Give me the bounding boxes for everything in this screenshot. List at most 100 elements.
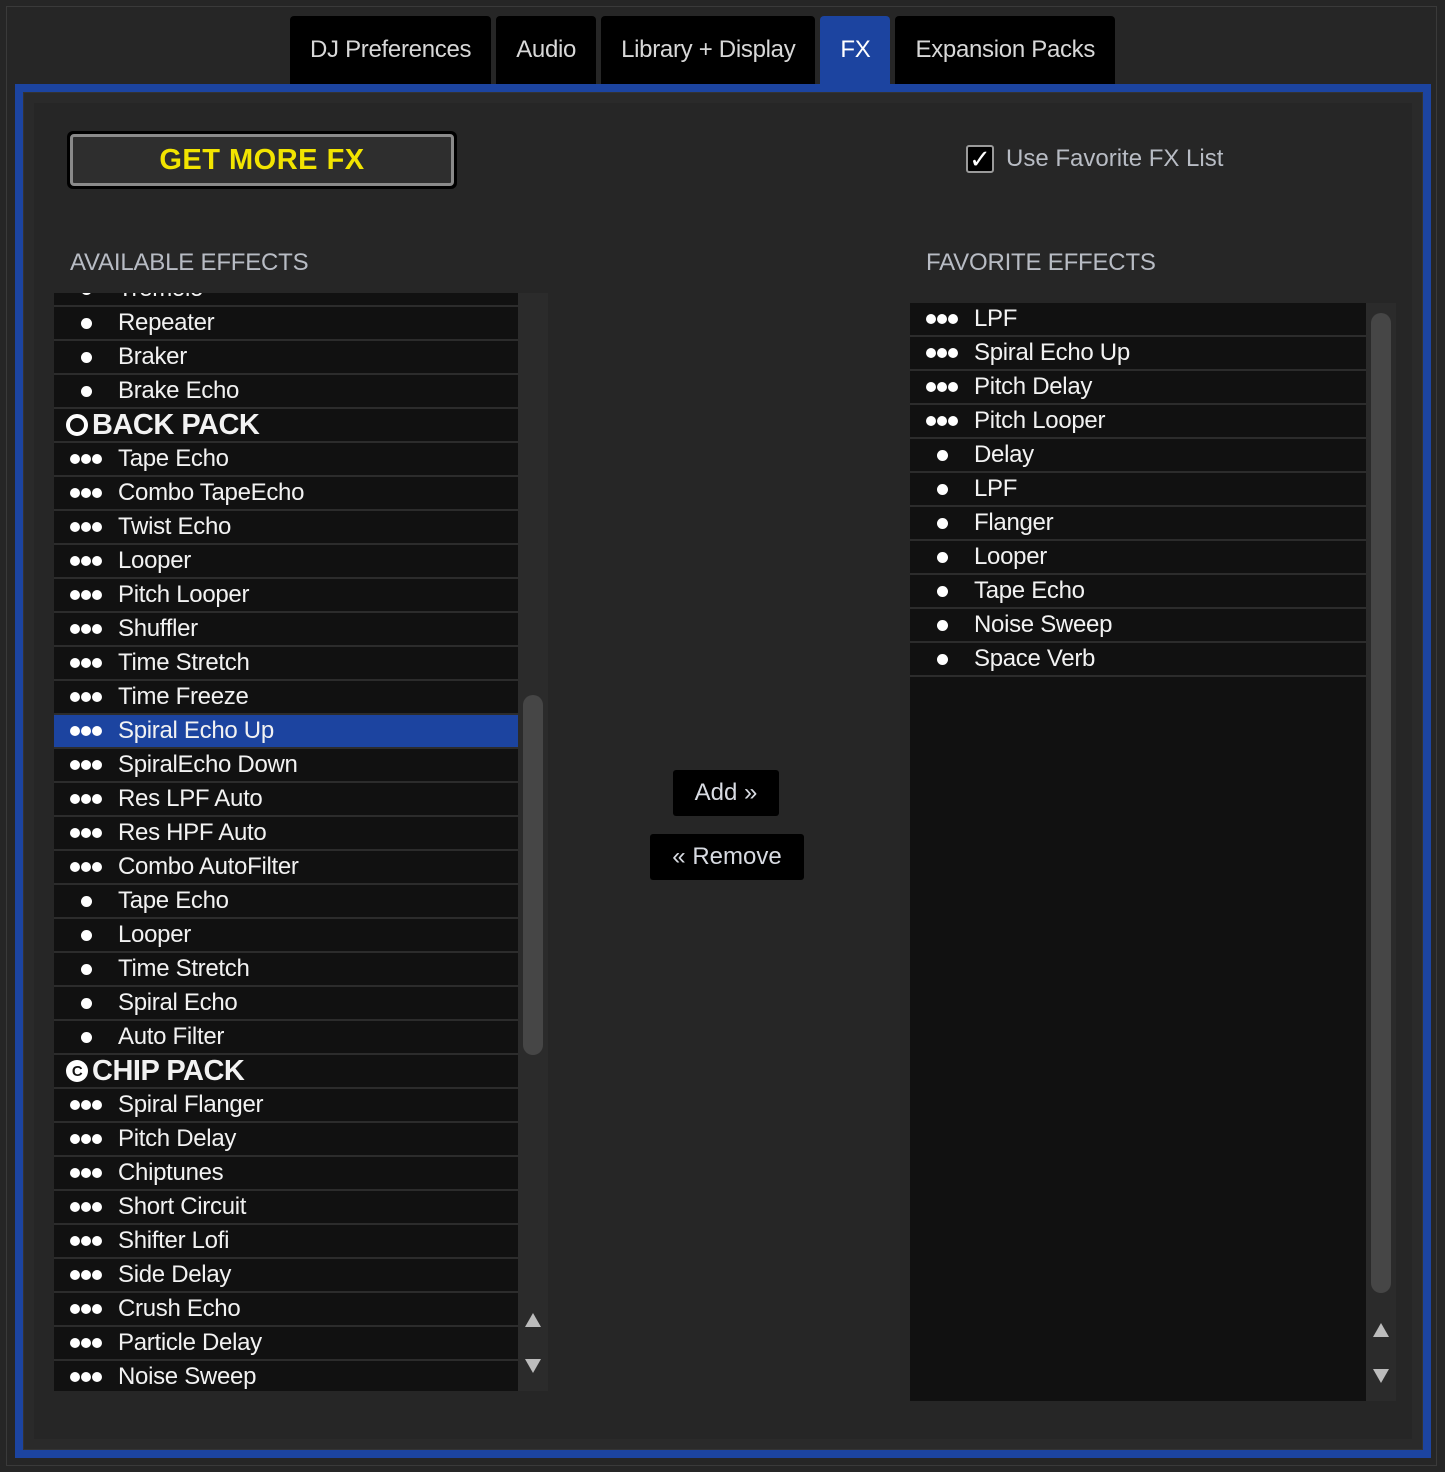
effect-list-item[interactable]: Time Stretch: [54, 647, 518, 681]
effect-list-item[interactable]: Pitch Delay: [54, 1123, 518, 1157]
effect-list-item[interactable]: Braker: [54, 341, 518, 375]
use-favorite-checkbox[interactable]: ✓: [966, 145, 994, 173]
pack-header[interactable]: C CHIP PACK: [54, 1055, 518, 1089]
effect-list-item[interactable]: Spiral Echo: [54, 987, 518, 1021]
tab-audio[interactable]: Audio: [496, 16, 597, 84]
effect-list-item[interactable]: Twist Echo: [54, 511, 518, 545]
scroll-up-arrow-icon[interactable]: [525, 1313, 541, 1327]
scroll-down-arrow-icon[interactable]: [1373, 1369, 1389, 1383]
effect-list-item[interactable]: Tape Echo: [54, 885, 518, 919]
favorites-scrollbar[interactable]: [1366, 303, 1396, 1401]
single-deck-icon: [54, 351, 118, 363]
scroll-down-arrow-icon[interactable]: [525, 1359, 541, 1373]
effect-list-item[interactable]: Auto Filter: [54, 1021, 518, 1055]
effect-label: Noise Sweep: [974, 611, 1113, 638]
effect-list-item[interactable]: SpiralEcho Down: [54, 749, 518, 783]
effect-label: Res HPF Auto: [118, 819, 267, 846]
triple-deck-icon: [54, 1100, 118, 1110]
effect-list-item[interactable]: Noise Sweep: [910, 609, 1366, 643]
effect-list-item[interactable]: Shuffler: [54, 613, 518, 647]
single-deck-icon: [54, 293, 118, 295]
effect-list-item[interactable]: Chiptunes: [54, 1157, 518, 1191]
triple-deck-icon: [910, 382, 974, 392]
available-scroll-thumb[interactable]: [523, 695, 543, 1055]
effect-list-item[interactable]: Combo AutoFilter: [54, 851, 518, 885]
get-more-fx-button[interactable]: GET MORE FX: [67, 131, 457, 189]
effect-list-item[interactable]: Time Stretch: [54, 953, 518, 987]
single-deck-icon: [910, 551, 974, 563]
effect-list-item[interactable]: Looper: [910, 541, 1366, 575]
effect-list-item[interactable]: Short Circuit: [54, 1191, 518, 1225]
effect-list-item[interactable]: Tape Echo: [54, 443, 518, 477]
effect-list-item[interactable]: Delay: [910, 439, 1366, 473]
triple-deck-icon: [54, 1338, 118, 1348]
fx-panel-content: GET MORE FX ✓ Use Favorite FX List AVAIL…: [34, 103, 1412, 1439]
favorite-effects-title: FAVORITE EFFECTS: [926, 249, 1156, 276]
effect-list-item[interactable]: Brake Echo: [54, 375, 518, 409]
effect-label: Tremolo: [118, 293, 203, 303]
single-deck-icon: [910, 619, 974, 631]
effect-list-item[interactable]: LPF: [910, 473, 1366, 507]
effect-label: Twist Echo: [118, 513, 232, 540]
effect-list-item[interactable]: Spiral Flanger: [54, 1089, 518, 1123]
effect-list-item[interactable]: Spiral Echo Up: [910, 337, 1366, 371]
effect-label: Pitch Delay: [118, 1125, 237, 1152]
triple-deck-icon: [910, 416, 974, 426]
single-deck-icon: [54, 1031, 118, 1043]
effect-list-item[interactable]: Res LPF Auto: [54, 783, 518, 817]
use-favorite-fx-toggle[interactable]: ✓ Use Favorite FX List: [966, 145, 1223, 173]
add-button[interactable]: Add »: [673, 770, 779, 816]
effect-list-item[interactable]: Tremolo: [54, 293, 518, 307]
effect-list-item[interactable]: Shifter Lofi: [54, 1225, 518, 1259]
effect-list-item[interactable]: Pitch Looper: [54, 579, 518, 613]
effect-list-item[interactable]: Crush Echo: [54, 1293, 518, 1327]
triple-deck-icon: [54, 760, 118, 770]
back-pack-icon: [66, 414, 88, 436]
available-scrollbar[interactable]: [518, 293, 548, 1391]
effect-list-item[interactable]: Pitch Delay: [910, 371, 1366, 405]
preferences-tabs: DJ Preferences Audio Library + Display F…: [290, 16, 1116, 84]
triple-deck-icon: [910, 348, 974, 358]
effect-list-item[interactable]: Noise Sweep: [54, 1361, 518, 1391]
checkmark-icon: ✓: [969, 144, 991, 174]
favorites-scroll-thumb[interactable]: [1371, 313, 1391, 1293]
effect-label: Delay: [974, 441, 1034, 468]
remove-button[interactable]: « Remove: [650, 834, 804, 880]
tab-expansion-packs[interactable]: Expansion Packs: [895, 16, 1116, 84]
tab-library-display[interactable]: Library + Display: [601, 16, 816, 84]
tab-fx[interactable]: FX: [820, 16, 891, 84]
favorite-effects-list[interactable]: LPF Spiral Echo Up Pitch Delay Pitch Looper…: [910, 303, 1366, 1401]
triple-deck-icon: [54, 1236, 118, 1246]
effect-list-item[interactable]: Spiral Echo Up: [54, 715, 518, 749]
effect-list-item[interactable]: Looper: [54, 545, 518, 579]
chip-pack-icon: C: [66, 1060, 88, 1082]
effect-label: Shuffler: [118, 615, 198, 642]
effect-list-item[interactable]: Res HPF Auto: [54, 817, 518, 851]
effect-list-item[interactable]: Repeater: [54, 307, 518, 341]
tab-dj-preferences[interactable]: DJ Preferences: [290, 16, 492, 84]
effect-label: Noise Sweep: [118, 1363, 257, 1390]
get-more-fx-label: GET MORE FX: [70, 134, 454, 186]
effect-label: Side Delay: [118, 1261, 232, 1288]
effect-label: Pitch Looper: [974, 407, 1106, 434]
effect-list-item[interactable]: Side Delay: [54, 1259, 518, 1293]
effect-list-item[interactable]: Pitch Looper: [910, 405, 1366, 439]
effect-list-item[interactable]: Combo TapeEcho: [54, 477, 518, 511]
effect-label: Auto Filter: [118, 1023, 225, 1050]
effect-label: Short Circuit: [118, 1193, 247, 1220]
effect-label: Repeater: [118, 309, 215, 336]
single-deck-icon: [910, 653, 974, 665]
single-deck-icon: [54, 385, 118, 397]
effect-label: Spiral Echo Up: [118, 717, 274, 744]
effect-list-item[interactable]: Flanger: [910, 507, 1366, 541]
triple-deck-icon: [54, 1202, 118, 1212]
pack-header[interactable]: BACK PACK: [54, 409, 518, 443]
effect-list-item[interactable]: LPF: [910, 303, 1366, 337]
effect-list-item[interactable]: Looper: [54, 919, 518, 953]
effect-list-item[interactable]: Time Freeze: [54, 681, 518, 715]
effect-list-item[interactable]: Tape Echo: [910, 575, 1366, 609]
effect-list-item[interactable]: Space Verb: [910, 643, 1366, 677]
available-effects-list[interactable]: Tremolo Repeater Braker Brake Echo BACK PACK…: [54, 293, 518, 1391]
effect-list-item[interactable]: Particle Delay: [54, 1327, 518, 1361]
scroll-up-arrow-icon[interactable]: [1373, 1323, 1389, 1337]
